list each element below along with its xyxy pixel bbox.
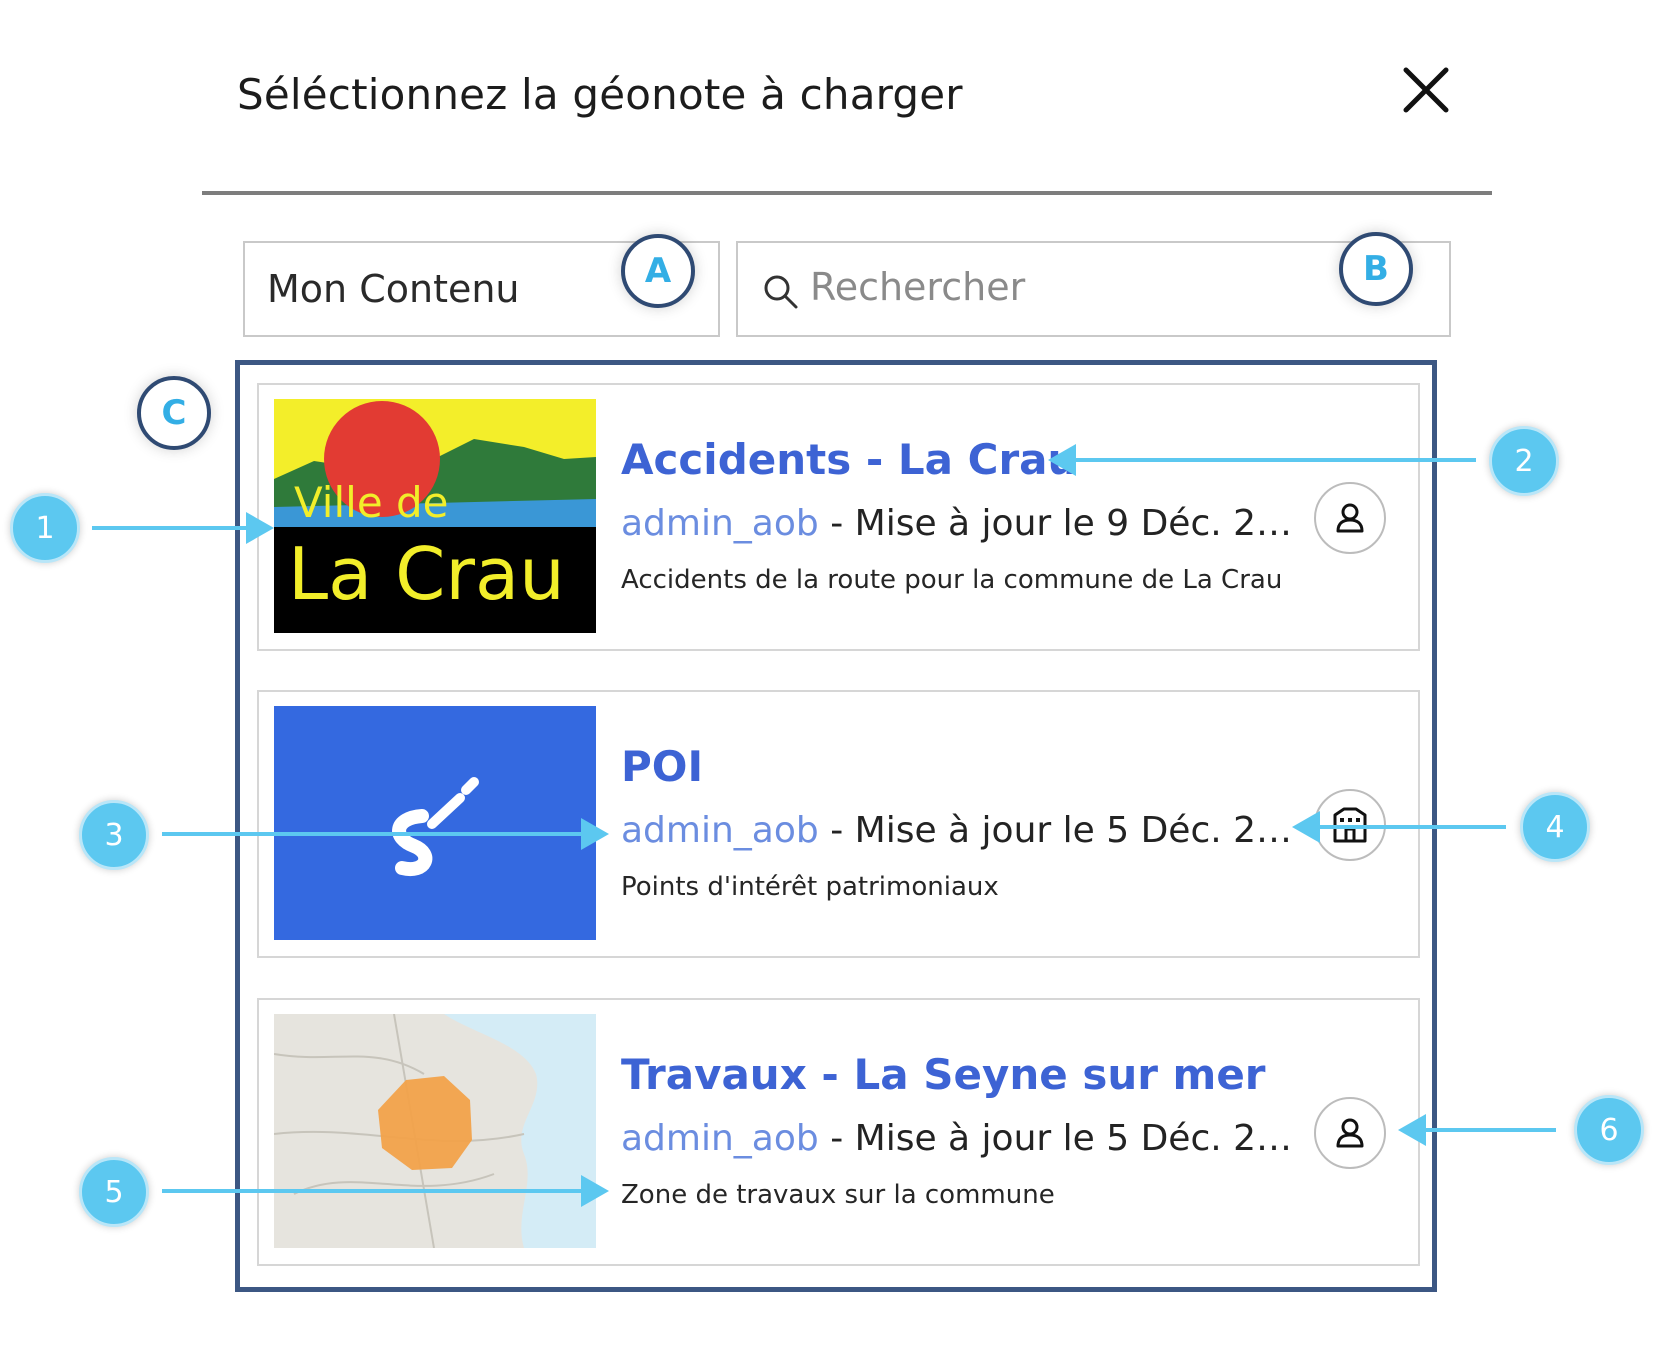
search-input[interactable]	[810, 257, 1350, 317]
card-description: Accidents de la route pour la commune de…	[621, 565, 1283, 595]
content-filter-value: Mon Contenu	[267, 267, 520, 311]
card-meta: admin_aob - Mise à jour le 9 Déc. 2…	[621, 503, 1292, 544]
owner-link[interactable]: admin_aob	[621, 810, 819, 851]
thumbnail-text-la-crau: La Crau	[288, 532, 565, 616]
marker-a: A	[621, 234, 695, 308]
header-divider	[202, 191, 1492, 195]
list-item[interactable]: Ville de La Crau Accidents - La Crau adm…	[257, 383, 1420, 651]
card-title[interactable]: Travaux - La Seyne sur mer	[621, 1050, 1266, 1099]
card-description: Points d'intérêt patrimoniaux	[621, 872, 999, 902]
close-button[interactable]	[1398, 62, 1454, 118]
meta-separator: -	[818, 503, 855, 544]
thumbnail-text-ville: Ville de	[294, 478, 449, 527]
close-icon	[1403, 67, 1449, 113]
callout-5: 5	[79, 1157, 149, 1227]
updated-date: Mise à jour le 5 Déc. 2…	[854, 1118, 1293, 1159]
list-item[interactable]: Travaux - La Seyne sur mer admin_aob - M…	[257, 998, 1420, 1266]
updated-date: Mise à jour le 9 Déc. 2…	[854, 503, 1293, 544]
thumbnail-poi[interactable]	[274, 706, 596, 940]
list-item[interactable]: POI admin_aob - Mise à jour le 5 Déc. 2……	[257, 690, 1420, 958]
callout-2: 2	[1489, 426, 1559, 496]
search-icon	[764, 275, 798, 309]
callout-1: 1	[10, 493, 80, 563]
owner-link[interactable]: admin_aob	[621, 503, 819, 544]
callout-6: 6	[1574, 1095, 1644, 1165]
building-icon	[1333, 807, 1367, 843]
card-title[interactable]: POI	[621, 742, 703, 791]
owner-link[interactable]: admin_aob	[621, 1118, 819, 1159]
meta-separator: -	[818, 810, 855, 851]
user-icon	[1336, 1118, 1364, 1148]
thumbnail-travaux[interactable]	[274, 1014, 596, 1248]
callout-3: 3	[79, 800, 149, 870]
user-icon	[1336, 503, 1364, 533]
meta-separator: -	[818, 1118, 855, 1159]
sharing-status-button[interactable]	[1314, 1097, 1386, 1169]
dialog-title: Séléctionnez la géonote à charger	[237, 70, 963, 119]
marker-b: B	[1339, 232, 1413, 306]
card-description: Zone de travaux sur la commune	[621, 1180, 1055, 1210]
callout-4: 4	[1520, 792, 1590, 862]
marker-c: C	[137, 376, 211, 450]
card-title[interactable]: Accidents - La Crau	[621, 435, 1077, 484]
sharing-status-button[interactable]	[1314, 789, 1386, 861]
card-meta: admin_aob - Mise à jour le 5 Déc. 2…	[621, 810, 1292, 851]
updated-date: Mise à jour le 5 Déc. 2…	[854, 810, 1293, 851]
sharing-status-button[interactable]	[1314, 482, 1386, 554]
card-meta: admin_aob - Mise à jour le 5 Déc. 2…	[621, 1118, 1292, 1159]
thumbnail-la-crau[interactable]: Ville de La Crau	[274, 399, 596, 633]
